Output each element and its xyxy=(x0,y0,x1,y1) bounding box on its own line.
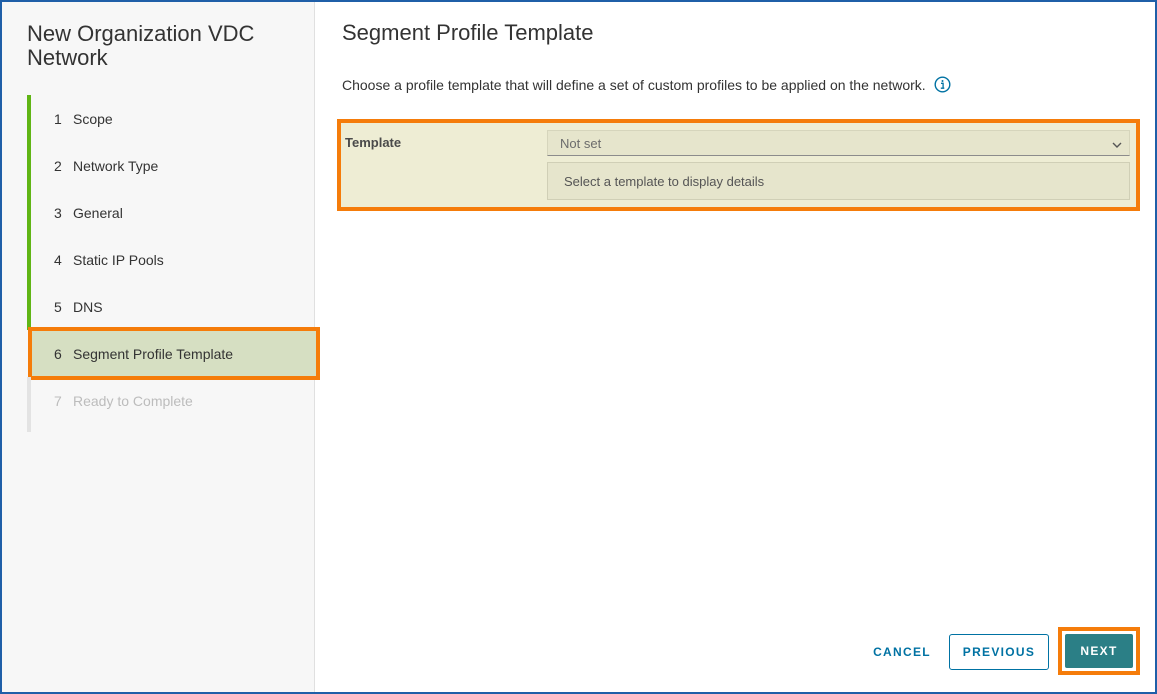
step-label: Scope xyxy=(73,110,113,127)
template-details-panel: Select a template to display details xyxy=(547,162,1130,200)
step-number: 2 xyxy=(54,157,62,174)
step-label: DNS xyxy=(73,298,103,315)
previous-button[interactable]: PREVIOUS xyxy=(949,634,1049,670)
step-label: General xyxy=(73,204,123,221)
info-circle-icon[interactable] xyxy=(934,76,951,93)
step-static-ip-pools[interactable]: 4 Static IP Pools xyxy=(27,236,315,283)
page-title: Segment Profile Template xyxy=(342,20,594,45)
template-select[interactable]: Not set xyxy=(547,130,1130,156)
step-dns[interactable]: 5 DNS xyxy=(27,283,315,330)
step-track-end xyxy=(27,424,315,432)
step-number: 5 xyxy=(54,298,62,315)
step-label: Network Type xyxy=(73,157,159,174)
step-number: 7 xyxy=(54,392,62,409)
step-number: 6 xyxy=(54,345,62,362)
page-description: Choose a profile template that will defi… xyxy=(342,76,951,93)
wizard-title: New Organization VDC Network xyxy=(27,21,255,70)
template-select-value: Not set xyxy=(560,135,602,151)
step-label: Ready to Complete xyxy=(73,392,193,409)
step-ready-to-complete: 7 Ready to Complete xyxy=(27,377,315,424)
step-scope[interactable]: 1 Scope xyxy=(27,95,315,142)
step-segment-profile-template[interactable]: 6 Segment Profile Template xyxy=(28,327,320,380)
cancel-button[interactable]: CANCEL xyxy=(862,634,942,670)
wizard-dialog: New Organization VDC Network 1 Scope 2 N… xyxy=(0,0,1157,694)
template-label: Template xyxy=(345,135,402,150)
chevron-down-icon xyxy=(1111,138,1123,148)
wizard-content: Segment Profile Template Choose a profil… xyxy=(315,2,1155,692)
template-form-section: Template Not set Select a template to di… xyxy=(337,119,1140,211)
template-details-placeholder: Select a template to display details xyxy=(564,173,765,189)
wizard-steps: 1 Scope 2 Network Type 3 General 4 Stati… xyxy=(27,95,320,432)
step-general[interactable]: 3 General xyxy=(27,189,315,236)
wizard-sidebar: New Organization VDC Network 1 Scope 2 N… xyxy=(2,2,320,692)
step-label: Static IP Pools xyxy=(73,251,164,268)
step-number: 4 xyxy=(54,251,62,268)
step-label: Segment Profile Template xyxy=(73,345,234,362)
step-number: 3 xyxy=(54,204,62,221)
step-number: 1 xyxy=(54,110,62,127)
step-network-type[interactable]: 2 Network Type xyxy=(27,142,315,189)
next-button[interactable]: NEXT xyxy=(1065,634,1133,668)
description-text: Choose a profile template that will defi… xyxy=(342,76,926,93)
next-button-highlight: NEXT xyxy=(1058,627,1140,675)
